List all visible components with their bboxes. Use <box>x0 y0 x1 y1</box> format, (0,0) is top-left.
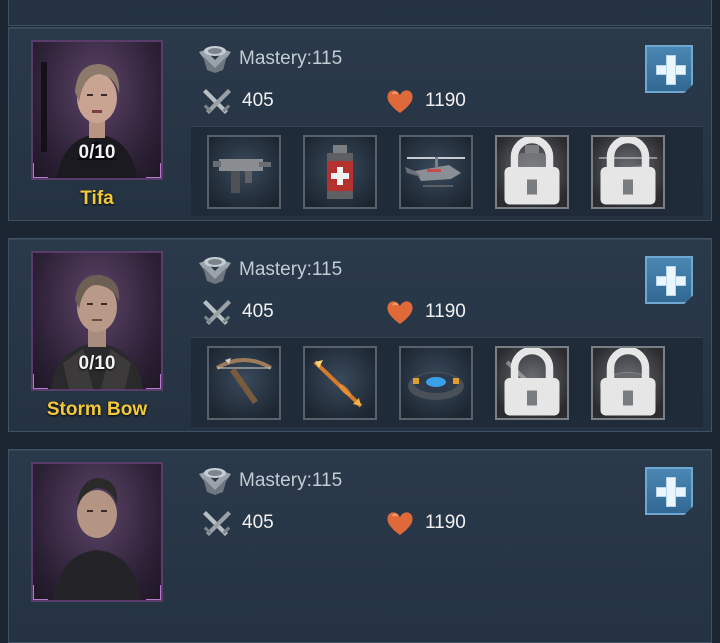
attack-value: 405 <box>242 90 274 111</box>
health-value: 1190 <box>425 90 466 111</box>
lock-icon <box>600 137 656 205</box>
crossed-swords-icon <box>203 511 231 536</box>
add-button[interactable] <box>645 256 693 304</box>
disc-device-icon <box>408 372 464 400</box>
gear-slot-locked[interactable] <box>495 346 569 420</box>
gear-slot-locked[interactable] <box>591 135 665 209</box>
helicopter-icon <box>405 157 465 187</box>
mastery-badge-icon <box>199 257 231 284</box>
attack-stat: 405 <box>202 297 274 327</box>
health-stat: 1190 <box>385 86 466 116</box>
health-stat: 1190 <box>385 508 466 538</box>
lock-icon <box>504 137 560 205</box>
heart-icon <box>387 301 413 324</box>
add-button[interactable] <box>645 467 693 515</box>
attack-stat: 405 <box>202 86 274 116</box>
mastery-label: Mastery:115 <box>239 259 343 280</box>
mastery-row: Mastery:115 <box>197 253 342 287</box>
hero-portrait[interactable]: 0/10 <box>31 40 163 180</box>
mastery-badge-icon <box>199 46 231 73</box>
mastery-row: Mastery:115 <box>197 464 342 498</box>
hero-card-partial <box>8 0 712 26</box>
hero-name: Storm Bow <box>46 399 148 420</box>
hero-level: 0/10 <box>78 353 116 374</box>
crossed-swords-icon <box>203 89 231 114</box>
mastery-badge-icon <box>199 468 231 495</box>
gear-bar <box>191 126 703 216</box>
gear-slot[interactable] <box>207 346 281 420</box>
health-stat: 1190 <box>385 297 466 327</box>
attack-value: 405 <box>242 301 274 322</box>
fire-arrow-icon <box>313 360 363 408</box>
gear-slot[interactable] <box>303 135 377 209</box>
crossed-swords-icon <box>203 300 231 325</box>
gear-slot[interactable] <box>207 135 281 209</box>
gear-slot[interactable] <box>399 346 473 420</box>
mastery-label: Mastery:115 <box>239 470 343 491</box>
gear-slot-locked[interactable] <box>495 135 569 209</box>
hero-level: 0/10 <box>78 142 116 163</box>
attack-stat: 405 <box>202 508 274 538</box>
medkit-grenade-icon <box>327 145 353 199</box>
hero-portrait[interactable] <box>31 462 163 602</box>
lock-icon <box>504 348 560 416</box>
mastery-label: Mastery:115 <box>239 48 343 69</box>
submachine-gun-icon <box>213 159 271 193</box>
crossbow-icon <box>215 358 273 405</box>
health-value: 1190 <box>425 301 466 322</box>
mastery-row: Mastery:115 <box>197 42 342 76</box>
hero-card[interactable]: Mastery:115 405 1190 <box>8 449 712 643</box>
hero-card[interactable]: 0/10 Tifa Mastery:115 405 1190 <box>8 27 712 221</box>
health-value: 1190 <box>425 512 466 533</box>
heart-icon <box>387 90 413 113</box>
hero-card[interactable]: 0/10 Storm Bow Mastery:115 405 1190 <box>8 238 712 432</box>
hero-portrait[interactable]: 0/10 <box>31 251 163 391</box>
lock-icon <box>600 348 656 416</box>
attack-value: 405 <box>242 512 274 533</box>
gear-slot-locked[interactable] <box>591 346 665 420</box>
hero-name: Tifa <box>80 188 114 209</box>
gear-bar <box>191 337 703 427</box>
heart-icon <box>387 512 413 535</box>
gear-slot[interactable] <box>303 346 377 420</box>
hero-portrait-image <box>53 478 141 600</box>
add-button[interactable] <box>645 45 693 93</box>
gear-slot[interactable] <box>399 135 473 209</box>
